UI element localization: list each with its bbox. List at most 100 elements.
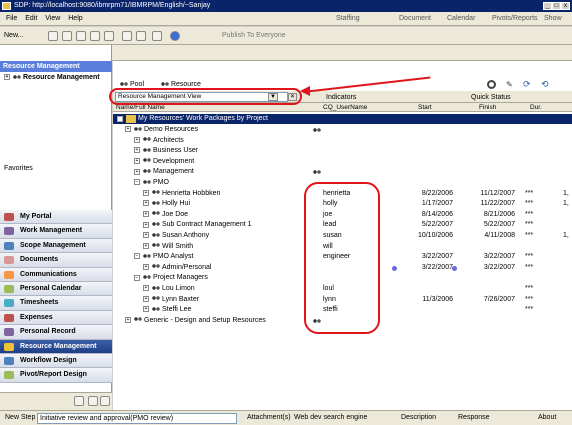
document-menu[interactable]: Document <box>399 12 431 26</box>
expand-icon[interactable]: + <box>143 263 149 270</box>
expand-icon[interactable]: + <box>143 295 149 302</box>
cq-user-column-header[interactable]: CQ_UserName <box>323 103 367 112</box>
nav-icon <box>4 328 14 337</box>
dur-column-header[interactable]: Dur. <box>530 103 542 112</box>
nav-item[interactable]: Work Management <box>0 224 112 239</box>
row-name-cell: + Demo Resources <box>125 125 198 135</box>
table-row[interactable]: + Development <box>113 157 572 167</box>
nav-item[interactable]: Workflow Design <box>0 353 112 369</box>
table-row[interactable]: + Business User <box>113 146 572 156</box>
expand-icon[interactable]: + <box>134 136 140 143</box>
minimize-button[interactable]: _ <box>543 2 552 10</box>
publish-button[interactable]: Publish To Everyone <box>222 31 286 41</box>
nav-item[interactable]: Resource Management <box>0 339 112 354</box>
expand-icon[interactable]: + <box>143 242 149 249</box>
row-name: Demo Resources <box>144 126 199 133</box>
menu-help[interactable]: Help <box>68 15 82 22</box>
nav-icon <box>4 227 14 236</box>
expand-icon[interactable]: + <box>143 232 149 239</box>
menu-view[interactable]: View <box>45 15 60 22</box>
nav-more-icon[interactable] <box>100 396 110 406</box>
nav-item-label: Scope Management <box>20 241 86 249</box>
maximize-button[interactable]: □ <box>552 2 561 10</box>
menu-file[interactable]: File <box>6 15 17 22</box>
help-icon[interactable] <box>170 31 180 41</box>
web-engine-select[interactable]: Web dev search engine <box>294 411 367 425</box>
nav-item[interactable]: Scope Management <box>0 238 112 254</box>
filter-icon[interactable]: ✎ <box>506 80 516 89</box>
copy-icon[interactable] <box>90 31 100 41</box>
resource-label[interactable]: Resource <box>171 81 201 88</box>
table-row[interactable]: + Demo Resources <box>113 125 572 135</box>
sync-icon[interactable]: ⟳ <box>523 80 533 89</box>
left-tree-item[interactable]: + Resource Management <box>4 73 110 83</box>
show-menu[interactable]: Show <box>544 12 562 26</box>
row-name: PMO Analyst <box>153 253 194 261</box>
finish-cell: 7/26/2007 <box>483 295 515 303</box>
expand-icon[interactable]: + <box>125 126 131 133</box>
finish-cell: 5/22/2007 <box>483 221 515 229</box>
expand-icon[interactable]: + <box>143 285 149 292</box>
link-icon[interactable] <box>152 31 162 41</box>
collapse-icon[interactable]: − <box>134 253 140 260</box>
row-name-cell: + Steffi Lee <box>143 305 191 315</box>
nav-item[interactable]: Personal Record <box>0 325 112 340</box>
left-pane-header: Resource Management <box>0 61 112 72</box>
expand-icon[interactable]: + <box>134 147 140 154</box>
pool-label[interactable]: Pool <box>130 81 144 88</box>
calendar-menu[interactable]: Calendar <box>447 12 475 26</box>
expand-icon[interactable]: + <box>143 306 149 313</box>
expand-icon[interactable]: + <box>143 200 149 207</box>
row-name: Joe Doe <box>162 210 189 218</box>
collapse-icon[interactable]: − <box>134 274 140 281</box>
attachments-button[interactable]: Attachment(s) <box>247 411 291 425</box>
nav-item[interactable]: Expenses <box>0 310 112 326</box>
save-icon[interactable] <box>48 31 58 41</box>
about-button[interactable]: About <box>538 411 556 425</box>
nav-item[interactable]: Personal Calendar <box>0 281 112 297</box>
expand-icon[interactable]: + <box>4 74 10 81</box>
cut-icon[interactable] <box>76 31 86 41</box>
paste-icon[interactable] <box>104 31 114 41</box>
nav-item[interactable]: Timesheets <box>0 296 112 311</box>
menu-edit[interactable]: Edit <box>25 15 37 22</box>
expand-icon[interactable]: + <box>143 210 149 217</box>
nav-expand-icon[interactable] <box>88 396 98 406</box>
start-column-header[interactable]: Start <box>418 103 432 112</box>
new-button[interactable]: New... <box>4 31 23 41</box>
nav-item-label: Personal Record <box>20 328 76 336</box>
arrowhead-icon <box>300 86 310 96</box>
nav-item[interactable]: My Portal <box>0 210 112 225</box>
collapse-icon[interactable]: − <box>134 179 140 186</box>
expand-icon[interactable]: + <box>134 157 140 164</box>
search-icon[interactable] <box>487 80 496 89</box>
expand-icon[interactable]: + <box>125 316 131 323</box>
tree-root-row[interactable]: My Resources' Work Packages by Project <box>113 114 572 124</box>
response-button[interactable]: Response <box>458 411 490 425</box>
close-button[interactable]: x <box>561 2 570 10</box>
nav-config-icon[interactable] <box>74 396 84 406</box>
expand-icon[interactable]: + <box>143 189 149 196</box>
collapse-icon[interactable] <box>117 116 123 122</box>
staffing-menu[interactable]: Staffing <box>336 12 360 26</box>
nav-item[interactable]: Pivot/Report Design <box>0 368 112 383</box>
nav-icon <box>4 299 14 308</box>
undo-icon[interactable] <box>122 31 132 41</box>
step-input[interactable]: Initiative review and approval(PMO revie… <box>37 413 237 424</box>
person-icon <box>151 263 160 271</box>
dur-cell: *** <box>525 210 534 218</box>
nav-item[interactable]: Documents <box>0 253 112 268</box>
finish-column-header[interactable]: Finish <box>479 103 496 112</box>
expand-icon[interactable]: + <box>134 168 140 175</box>
extra-cell: 1, <box>563 189 569 197</box>
table-row[interactable]: + Architects <box>113 136 572 146</box>
table-row[interactable]: + Management <box>113 167 572 177</box>
refresh-icon[interactable] <box>62 31 72 41</box>
delete-icon[interactable] <box>136 31 146 41</box>
refresh-view-icon[interactable]: ⟲ <box>541 80 551 89</box>
pivots-reports-menu[interactable]: Pivots/Reports <box>492 12 538 26</box>
row-name-cell: + Business User <box>134 146 198 156</box>
description-button[interactable]: Description <box>401 411 436 425</box>
nav-item[interactable]: Communications <box>0 267 112 282</box>
expand-icon[interactable]: + <box>143 221 149 228</box>
